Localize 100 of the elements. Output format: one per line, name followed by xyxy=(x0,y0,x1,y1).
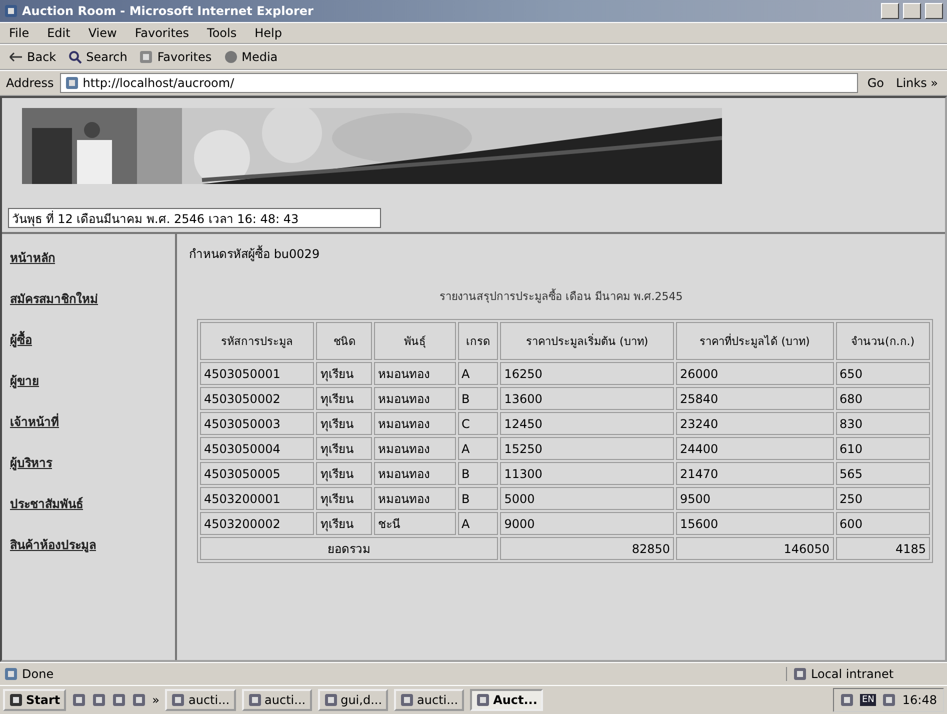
table-cell: 11300 xyxy=(500,462,674,485)
table-cell: ทุเรียน xyxy=(316,487,372,510)
taskbar-button[interactable]: aucti... xyxy=(165,689,236,711)
window-icon xyxy=(400,693,414,707)
table-cell: 15250 xyxy=(500,437,674,460)
nav-link[interactable]: ประชาสัมพันธ์ xyxy=(10,494,175,513)
search-icon xyxy=(68,50,82,64)
toolbar-button[interactable]: Media xyxy=(220,48,281,66)
column-header: พันธุ์ xyxy=(374,322,456,360)
table-cell: 15600 xyxy=(676,512,834,535)
start-button[interactable]: Start xyxy=(3,689,66,711)
menu-item[interactable]: Tools xyxy=(204,24,240,42)
table-cell: 600 xyxy=(836,512,930,535)
column-header: ราคาประมูลเริ่มต้น (บาท) xyxy=(500,322,674,360)
nav-link[interactable]: สินค้าห้องประมูล xyxy=(10,535,175,554)
column-header: เกรด xyxy=(458,322,498,360)
toolbar-button[interactable]: Search xyxy=(65,48,130,66)
table-cell: 4503050001 xyxy=(200,362,314,385)
table-cell: 9000 xyxy=(500,512,674,535)
maximize-button[interactable] xyxy=(903,3,921,19)
clock: 16:48 xyxy=(902,693,937,707)
menu-item[interactable]: File xyxy=(6,24,32,42)
close-button[interactable] xyxy=(925,3,943,19)
address-label: Address xyxy=(6,76,54,90)
table-cell: 4503050003 xyxy=(200,412,314,435)
buyer-code: กำหนดรหัสผู้ซื้อ bu0029 xyxy=(189,244,321,263)
table-cell: หมอนทอง xyxy=(374,462,456,485)
menu-item[interactable]: Help xyxy=(252,24,285,42)
report-title: รายงานสรุปการประมูลซื้อ เดือน มีนาคม พ.ศ.2545 xyxy=(438,288,684,305)
minimize-button[interactable] xyxy=(881,3,899,19)
quick-launch-icon xyxy=(72,693,86,707)
menu-item[interactable]: Favorites xyxy=(132,24,192,42)
language-indicator[interactable]: EN xyxy=(860,694,876,706)
column-header: ชนิด xyxy=(316,322,372,360)
column-header: รหัสการประมูล xyxy=(200,322,314,360)
table-cell: 16250 xyxy=(500,362,674,385)
media-icon xyxy=(224,50,238,64)
table-cell: 25840 xyxy=(676,387,834,410)
total-label: ยอดรวม xyxy=(200,537,498,560)
more-chevron[interactable]: » xyxy=(152,693,160,707)
table-cell: 4503200001 xyxy=(200,487,314,510)
nav-link[interactable]: ผู้บริหาร xyxy=(10,453,175,472)
nav-link[interactable]: หน้าหลัก xyxy=(10,248,175,267)
table-cell: 23240 xyxy=(676,412,834,435)
table-cell: B xyxy=(458,487,498,510)
table-cell: 610 xyxy=(836,437,930,460)
table-cell: 830 xyxy=(836,412,930,435)
table-cell: 565 xyxy=(836,462,930,485)
table-cell: 4503050002 xyxy=(200,387,314,410)
status-text: Done xyxy=(22,667,54,681)
links-button[interactable]: Links » xyxy=(893,74,941,92)
go-button[interactable]: Go xyxy=(864,74,888,92)
zone-text: Local intranet xyxy=(811,667,894,681)
table-cell: 26000 xyxy=(676,362,834,385)
taskbar-button[interactable]: Auct... xyxy=(470,689,544,711)
table-cell: 250 xyxy=(836,487,930,510)
menu-item[interactable]: View xyxy=(85,24,120,42)
table-cell: 4503200002 xyxy=(200,512,314,535)
column-header: ราคาที่ประมูลได้ (บาท) xyxy=(676,322,834,360)
table-cell: A xyxy=(458,512,498,535)
table-cell: 4503050004 xyxy=(200,437,314,460)
toolbar-button[interactable]: Back xyxy=(6,48,60,66)
table-cell: ทุเรียน xyxy=(316,412,372,435)
total-cell: 146050 xyxy=(676,537,834,560)
tray-icon xyxy=(882,693,896,707)
toolbar-button[interactable]: Favorites xyxy=(136,48,215,66)
taskbar-button[interactable]: gui,d... xyxy=(318,689,388,711)
table-cell: ทุเรียน xyxy=(316,437,372,460)
table-cell: B xyxy=(458,462,498,485)
table-cell: 4503050005 xyxy=(200,462,314,485)
quick-launch-icon xyxy=(132,693,146,707)
total-cell: 82850 xyxy=(500,537,674,560)
date-time-field[interactable]: วันพุธ ที่ 12 เดือนมีนาคม พ.ศ. 2546 เวลา 16: 48: 43 xyxy=(8,208,381,228)
table-cell: หมอนทอง xyxy=(374,412,456,435)
nav-link[interactable]: สมัครสมาชิกใหม่ xyxy=(10,289,175,308)
table-cell: หมอนทอง xyxy=(374,437,456,460)
table-cell: 21470 xyxy=(676,462,834,485)
tray-icon xyxy=(840,693,854,707)
quick-launch-icon xyxy=(92,693,106,707)
nav-link[interactable]: เจ้าหน้าที่ xyxy=(10,412,175,431)
table-cell: 680 xyxy=(836,387,930,410)
window-icon xyxy=(476,693,490,707)
table-cell: หมอนทอง xyxy=(374,387,456,410)
table-cell: 24400 xyxy=(676,437,834,460)
table-cell: ทุเรียน xyxy=(316,462,372,485)
window-icon xyxy=(248,693,262,707)
table-cell: 9500 xyxy=(676,487,834,510)
nav-link[interactable]: ผู้ขาย xyxy=(10,371,175,390)
menu-item[interactable]: Edit xyxy=(44,24,74,42)
table-cell: ทุเรียน xyxy=(316,512,372,535)
table-cell: 650 xyxy=(836,362,930,385)
taskbar-button[interactable]: aucti... xyxy=(242,689,312,711)
window-icon xyxy=(171,693,186,707)
taskbar-button[interactable]: aucti... xyxy=(394,689,464,711)
table-cell: B xyxy=(458,387,498,410)
window-icon xyxy=(324,693,338,707)
table-cell: A xyxy=(458,362,498,385)
nav-link[interactable]: ผู้ซื้อ xyxy=(10,330,175,349)
total-cell: 4185 xyxy=(836,537,930,560)
address-field[interactable]: http://localhost/aucroom/ xyxy=(60,73,858,93)
